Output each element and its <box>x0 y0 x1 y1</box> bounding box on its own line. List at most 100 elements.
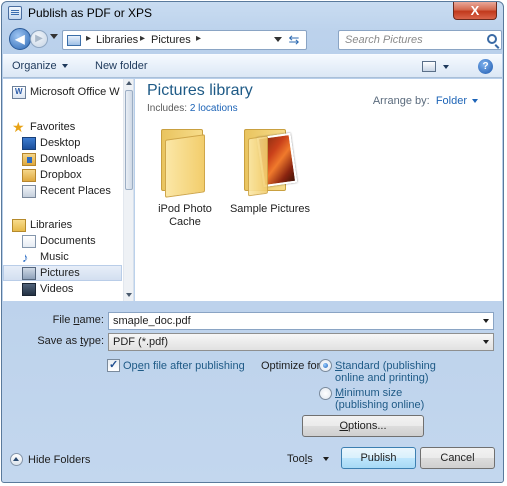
hide-folders-label: Hide Folders <box>28 454 91 466</box>
nav-item-downloads[interactable]: Downloads <box>3 152 122 168</box>
organize-label: Organize <box>12 60 57 72</box>
save-as-type-select[interactable]: PDF (*.pdf) <box>108 333 494 351</box>
title-bar: Publish as PDF or XPS X <box>2 2 503 24</box>
file-name-field[interactable]: smaple_doc.pdf <box>108 312 494 330</box>
tools-menu[interactable]: Tools <box>287 453 329 465</box>
nav-item-label: Recent Places <box>40 185 111 197</box>
search-icon[interactable] <box>487 34 497 44</box>
command-bar: Organize New folder ? <box>3 54 502 78</box>
label-part: ptions... <box>348 420 387 432</box>
file-name-dropdown-icon[interactable] <box>483 319 489 323</box>
recent-places-icon <box>22 185 36 198</box>
chevron-down-icon <box>61 64 68 69</box>
file-list-pane: Pictures library Includes: 2 locations A… <box>135 79 502 301</box>
folder-sample-pictures[interactable]: Sample Pictures <box>220 129 320 219</box>
label-accelerator: O <box>339 420 349 432</box>
file-name-label: File name: <box>22 314 104 326</box>
star-icon: ★ <box>12 119 25 135</box>
chevron-down-icon <box>322 457 329 462</box>
breadcrumb-libraries[interactable]: Libraries <box>96 34 138 46</box>
nav-item-libraries[interactable]: Libraries <box>3 218 122 234</box>
nav-item-favorites[interactable]: ★ Favorites <box>3 120 122 136</box>
file-name-value[interactable]: smaple_doc.pdf <box>113 315 191 327</box>
breadcrumb-separator-icon[interactable]: ▸ <box>86 33 91 44</box>
desktop-icon <box>22 137 36 150</box>
refresh-icon[interactable]: ⇆ <box>286 32 302 48</box>
options-button[interactable]: Options... <box>302 415 424 437</box>
back-button[interactable]: ◀ <box>9 28 31 50</box>
search-placeholder: Search Pictures <box>345 34 423 46</box>
save-as-type-label: Save as type: <box>22 335 104 347</box>
nav-item-label: Libraries <box>30 219 73 231</box>
recent-pages-dropdown[interactable] <box>50 34 58 39</box>
nav-item-label: Desktop <box>40 137 81 149</box>
includes-label: Includes: <box>147 103 188 114</box>
scroll-up-icon[interactable] <box>126 81 132 85</box>
nav-item-label: Microsoft Office W <box>30 86 120 98</box>
chevron-down-icon[interactable] <box>483 340 489 344</box>
nav-item-videos[interactable]: Videos <box>3 282 122 298</box>
change-view-icon[interactable] <box>422 61 436 72</box>
scrollbar-thumb[interactable] <box>125 90 133 190</box>
app-icon <box>8 6 22 20</box>
nav-item-microsoft-office[interactable]: Microsoft Office W <box>3 85 122 101</box>
folder-ipod-photo-cache[interactable]: iPod Photo Cache <box>145 129 225 228</box>
help-icon[interactable]: ? <box>478 59 493 74</box>
publish-button[interactable]: Publish <box>341 447 416 469</box>
pictures-icon <box>22 267 36 280</box>
label-accelerator: M <box>335 387 345 399</box>
breadcrumb-pictures[interactable]: Pictures <box>151 34 191 46</box>
label-part: online and printing) <box>335 372 429 384</box>
folder-label-line1: iPod Photo <box>158 203 212 215</box>
address-dropdown-icon[interactable] <box>274 37 282 42</box>
open-after-publishing-label[interactable]: Open file after publishing <box>123 360 245 372</box>
search-box[interactable]: Search Pictures <box>338 30 502 50</box>
nav-item-label: Music <box>40 251 69 263</box>
new-folder-button[interactable]: New folder <box>95 60 148 72</box>
label-part: tandard (publishing <box>342 360 436 372</box>
view-options-dropdown-icon[interactable] <box>443 65 449 69</box>
folder-label: Sample Pictures <box>220 203 320 216</box>
navigation-bar: ◀ ▶ ▸ Libraries ▸ Pictures ▸ ⇆ Search Pi… <box>2 26 503 52</box>
forward-button[interactable]: ▶ <box>30 30 48 48</box>
library-includes: Includes: 2 locations <box>147 103 238 114</box>
standard-radio-label[interactable]: Standard (publishing online and printing) <box>335 360 436 384</box>
nav-item-desktop[interactable]: Desktop <box>3 136 122 152</box>
nav-item-label: Documents <box>40 235 96 247</box>
save-as-type-value: PDF (*.pdf) <box>113 336 169 348</box>
back-arrow-icon: ◀ <box>15 32 25 46</box>
arrange-by-dropdown[interactable]: Folder <box>436 95 467 107</box>
locations-link[interactable]: 2 locations <box>190 103 238 114</box>
nav-item-dropbox[interactable]: Dropbox <box>3 168 122 184</box>
arrange-by: Arrange by: Folder <box>373 95 478 107</box>
label-part: ame: <box>79 314 104 326</box>
label-part: Save as <box>37 335 81 347</box>
navigation-pane: Microsoft Office W ★ Favorites Desktop D… <box>3 79 134 301</box>
label-part: inimum size <box>344 387 403 399</box>
nav-item-music[interactable]: ♪ Music <box>3 250 122 266</box>
nav-item-recent-places[interactable]: Recent Places <box>3 184 122 200</box>
address-bar[interactable]: ▸ Libraries ▸ Pictures ▸ ⇆ <box>62 30 307 50</box>
videos-icon <box>22 283 36 296</box>
cancel-button[interactable]: Cancel <box>420 447 495 469</box>
close-button[interactable]: X <box>453 2 497 20</box>
breadcrumb-separator-icon[interactable]: ▸ <box>196 33 201 44</box>
navigation-scrollbar[interactable] <box>123 79 133 301</box>
chevron-down-icon[interactable] <box>472 99 478 104</box>
label-part: (publishing online) <box>335 399 425 411</box>
label-part: Op <box>123 360 138 372</box>
scroll-down-icon[interactable] <box>126 293 132 297</box>
minimum-size-radio-label[interactable]: Minimum size (publishing online) <box>335 387 424 411</box>
nav-item-documents[interactable]: Documents <box>3 234 122 250</box>
nav-item-pictures[interactable]: Pictures <box>3 265 122 281</box>
minimum-size-radio[interactable] <box>319 387 332 400</box>
folder-label: iPod Photo Cache <box>145 203 225 229</box>
label-part: s <box>307 453 313 465</box>
standard-radio[interactable] <box>319 359 332 372</box>
organize-menu[interactable]: Organize <box>12 60 68 72</box>
library-title: Pictures library <box>147 82 253 99</box>
close-icon: X <box>470 3 480 18</box>
open-after-publishing-checkbox[interactable] <box>107 358 120 372</box>
label-part: Too <box>287 453 305 465</box>
breadcrumb-separator-icon[interactable]: ▸ <box>140 33 145 44</box>
